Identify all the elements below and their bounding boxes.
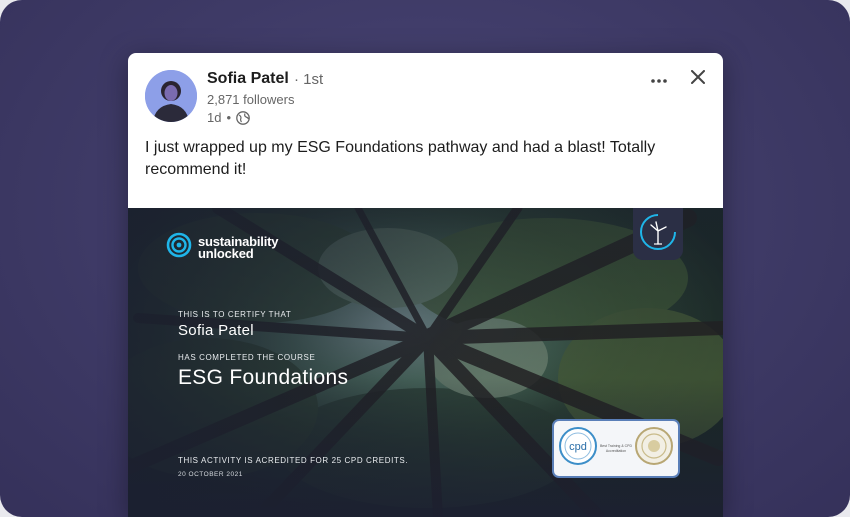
brand-line-2: unlocked bbox=[198, 245, 254, 261]
meta-separator: • bbox=[226, 110, 232, 125]
certificate-date: 20 OCTOBER 2021 bbox=[178, 471, 243, 478]
certificate-image[interactable]: sustainability unlocked THIS IS TO CERTI… bbox=[128, 208, 723, 517]
certify-label: THIS IS TO CERTIFY THAT bbox=[178, 310, 292, 319]
backdrop: Sofia Patel · 1st 2,871 followers 1d • I… bbox=[0, 0, 850, 517]
award-title: Best Training & CPD Accreditation bbox=[599, 443, 633, 453]
avatar[interactable] bbox=[145, 70, 197, 122]
accreditation-badges: cpd Best Training & CPD Accreditation bbox=[552, 419, 680, 478]
post-card: Sofia Patel · 1st 2,871 followers 1d • I… bbox=[128, 53, 723, 517]
more-horizontal-icon bbox=[651, 70, 667, 88]
post-meta: 1d • bbox=[207, 110, 250, 125]
connection-degree: · 1st bbox=[294, 71, 324, 88]
recipient-name: Sofia Patel bbox=[178, 322, 254, 339]
credits-text: THIS ACTIVITY IS ACREDITED FOR 25 CPD CR… bbox=[178, 456, 409, 465]
cpd-badge-label: cpd bbox=[569, 441, 587, 453]
follower-count: 2,871 followers bbox=[207, 92, 295, 107]
course-title: ESG Foundations bbox=[178, 366, 349, 389]
brand-logo: sustainability unlocked bbox=[166, 232, 278, 263]
certificate-emblem bbox=[633, 208, 683, 260]
cpd-badge-icon: cpd bbox=[558, 426, 598, 471]
post-text: I just wrapped up my ESG Foundations pat… bbox=[145, 139, 656, 178]
more-options-button[interactable] bbox=[643, 67, 675, 91]
wind-turbine-icon bbox=[638, 212, 678, 257]
completed-label: HAS COMPLETED THE COURSE bbox=[178, 353, 316, 362]
close-button[interactable] bbox=[684, 65, 712, 93]
excellence-badge-icon bbox=[634, 426, 674, 471]
post-time: 1d bbox=[207, 110, 222, 125]
award-text: Best Training & CPD Accreditation bbox=[598, 444, 634, 454]
globe-icon bbox=[236, 110, 250, 125]
close-icon bbox=[691, 69, 705, 89]
spiral-logo-icon bbox=[166, 232, 192, 263]
author-name[interactable]: Sofia Patel bbox=[207, 70, 289, 88]
